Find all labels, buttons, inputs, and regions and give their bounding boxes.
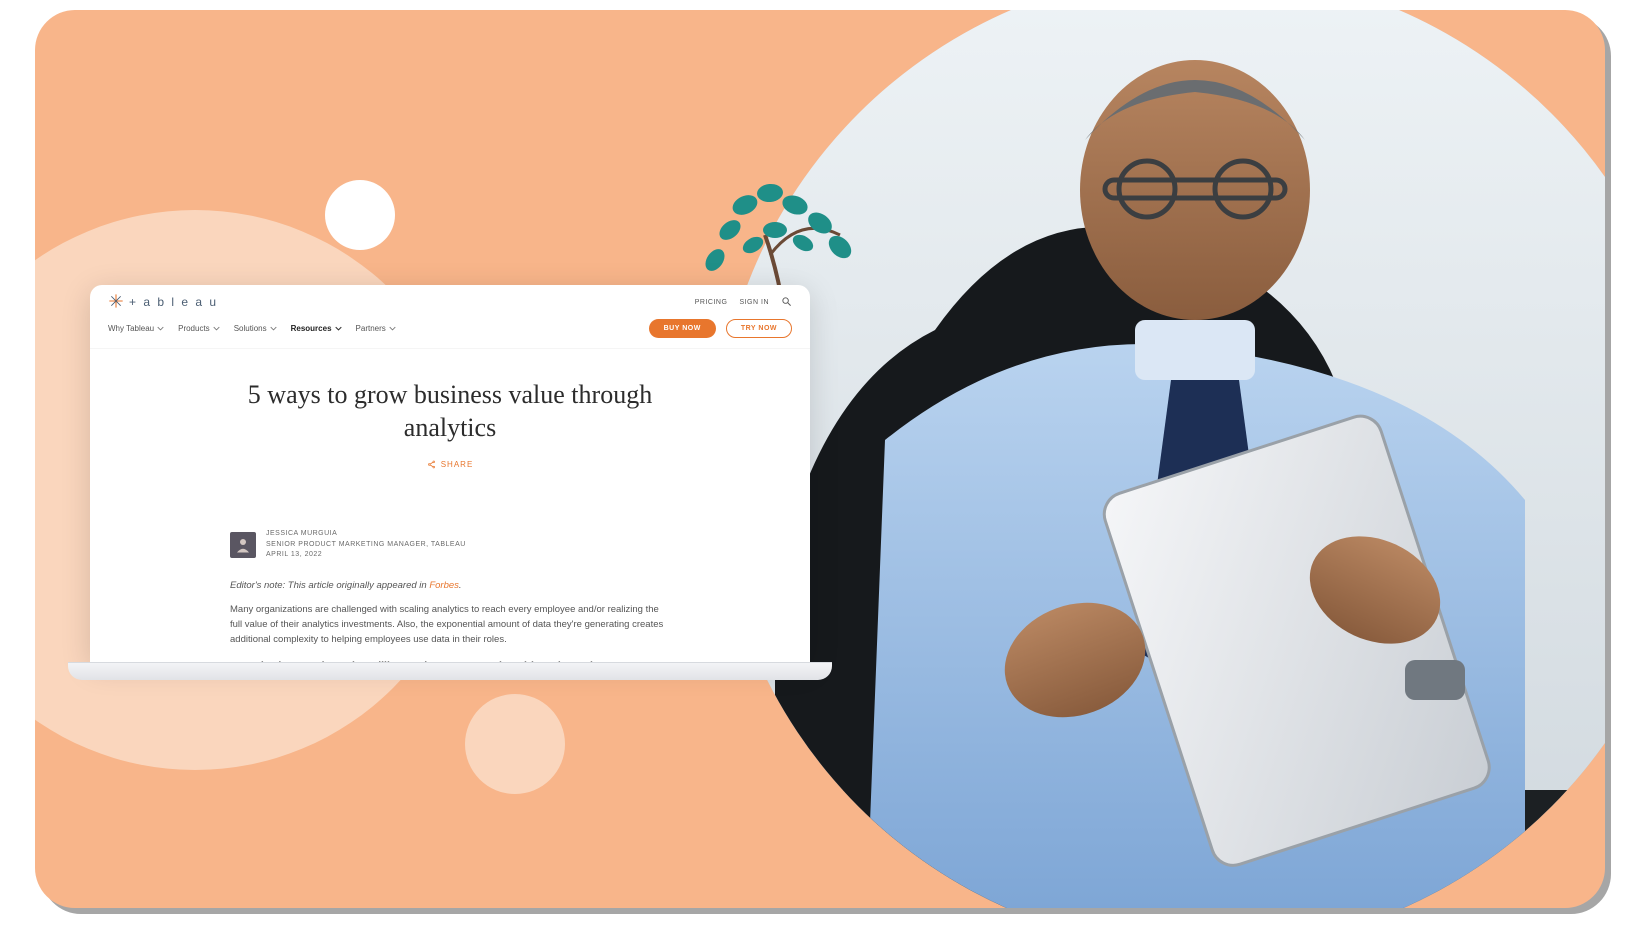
chevron-down-icon [213, 325, 220, 332]
share-button[interactable]: SHARE [427, 460, 474, 469]
share-label: SHARE [441, 460, 474, 469]
nav-products[interactable]: Products [178, 324, 220, 333]
nav-solutions[interactable]: Solutions [234, 324, 277, 333]
author-role: SENIOR PRODUCT MARKETING MANAGER, TABLEA… [266, 540, 466, 551]
author-name: JESSICA MURGUIA [266, 529, 466, 540]
signin-link[interactable]: SIGN IN [739, 299, 769, 306]
hero-photo [715, 10, 1605, 908]
logo[interactable]: + a b l e a u [108, 293, 218, 311]
logo-icon [108, 293, 124, 311]
nav-resources[interactable]: Resources [291, 324, 342, 333]
pricing-link[interactable]: PRICING [695, 299, 728, 306]
chevron-down-icon [157, 325, 164, 332]
chevron-down-icon [270, 325, 277, 332]
article-title: 5 ways to grow business value through an… [210, 379, 690, 444]
bg-circle-medium [465, 694, 565, 794]
logo-text: + a b l e a u [129, 295, 218, 309]
try-now-button[interactable]: TRY NOW [726, 319, 792, 338]
forbes-link[interactable]: Forbes [429, 580, 459, 591]
share-icon [427, 460, 436, 469]
search-icon[interactable] [781, 296, 792, 309]
laptop-base [68, 662, 832, 680]
primary-nav: Why Tableau Products Solutions Resources… [108, 324, 396, 333]
article-paragraph: Many organizations are challenged with s… [230, 603, 670, 647]
laptop-mockup: + a b l e a u PRICING SIGN IN Why Tablea… [90, 285, 810, 680]
author-avatar [230, 532, 256, 558]
buy-now-button[interactable]: BUY NOW [649, 319, 716, 338]
editors-note: Editor's note: This article originally a… [230, 579, 670, 594]
chevron-down-icon [389, 325, 396, 332]
nav-why-tableau[interactable]: Why Tableau [108, 324, 164, 333]
nav-partners[interactable]: Partners [356, 324, 396, 333]
bg-circle-small [325, 180, 395, 250]
article-date: APRIL 13, 2022 [266, 550, 466, 561]
chevron-down-icon [335, 325, 342, 332]
